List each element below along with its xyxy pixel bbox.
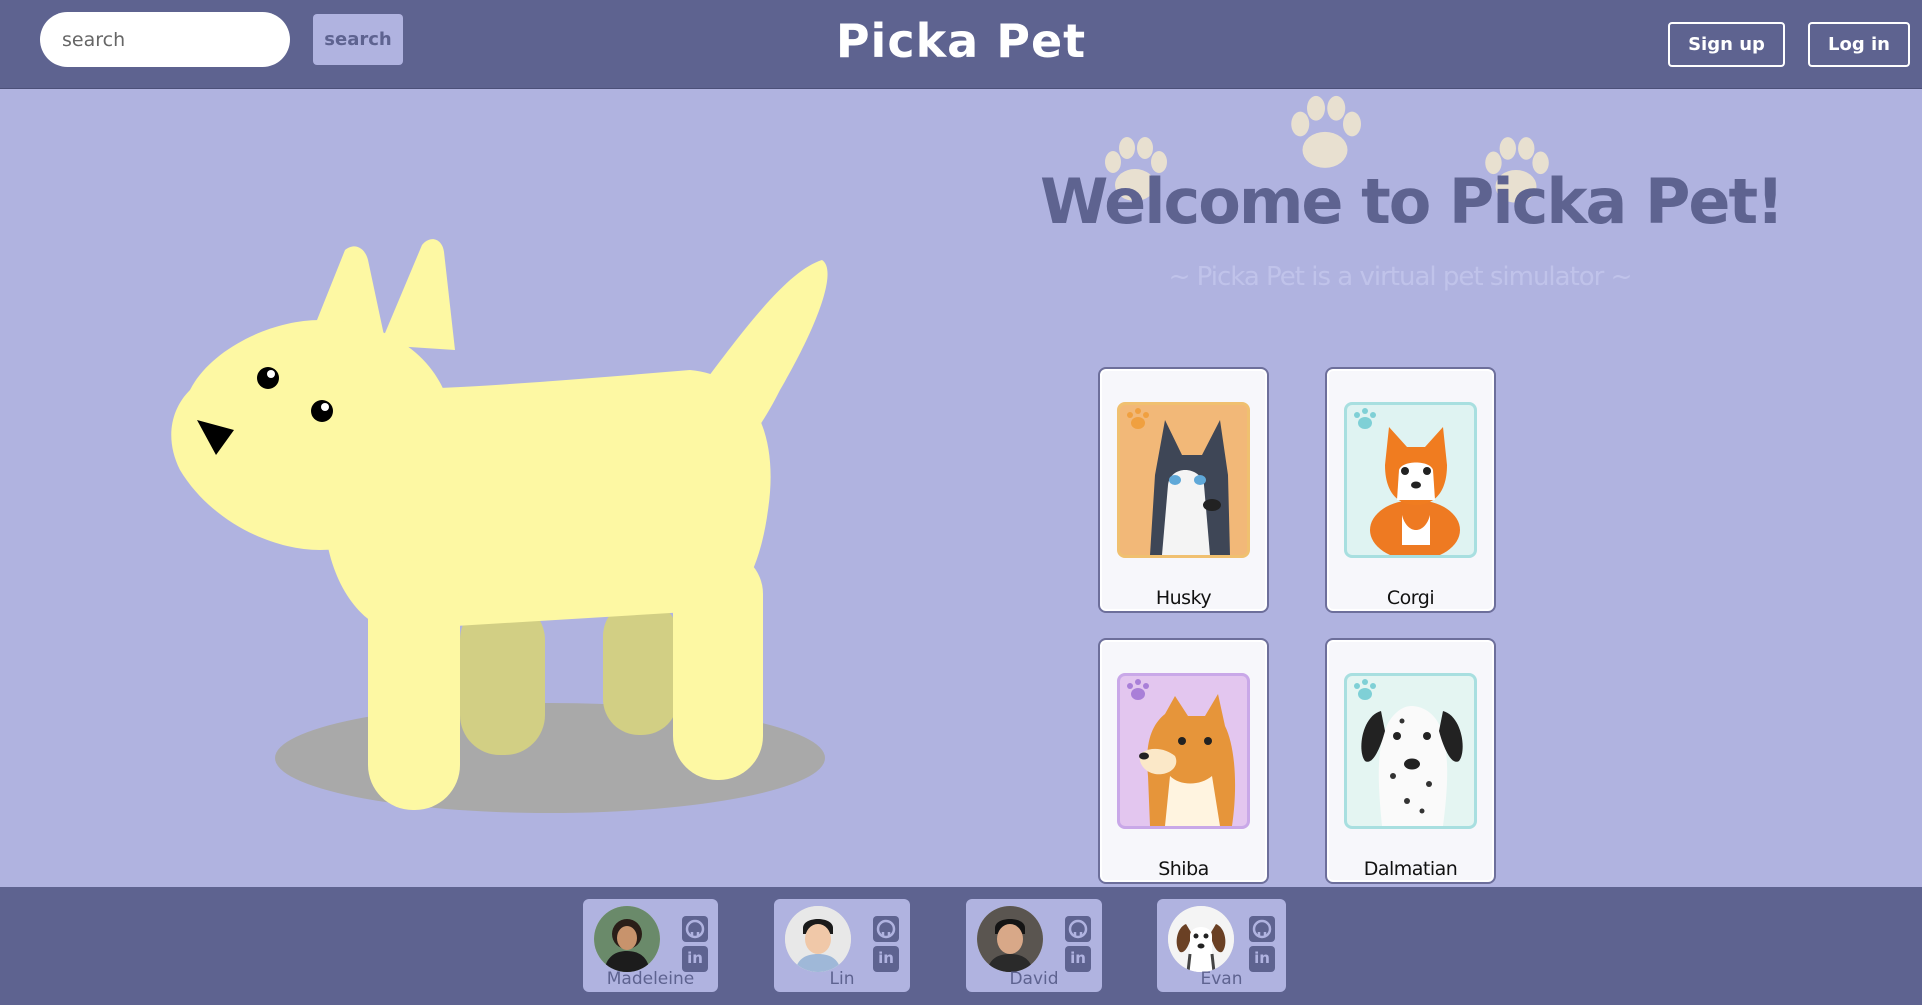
avatar	[785, 906, 851, 972]
avatar	[594, 906, 660, 972]
developer-card-madeleine: in Madeleine	[583, 899, 718, 992]
github-icon[interactable]	[1249, 916, 1275, 942]
dog-eye	[257, 367, 279, 389]
pet-name: Shiba	[1158, 858, 1209, 880]
dalmatian-portrait	[1344, 673, 1477, 829]
pet-name: Dalmatian	[1363, 858, 1458, 880]
sign-up-button[interactable]: Sign up	[1668, 22, 1785, 67]
pet-card-husky[interactable]: Husky	[1098, 367, 1269, 613]
pet-card-dalmatian[interactable]: Dalmatian	[1325, 638, 1496, 884]
dalmatian-icon	[1354, 679, 1463, 826]
avatar	[1168, 906, 1234, 972]
welcome-subtitle: ~ Picka Pet is a virtual pet simulator ~	[1168, 262, 1633, 292]
dog-ear	[380, 239, 455, 350]
husky-icon	[1127, 408, 1230, 555]
developer-card-lin: in Lin	[774, 899, 910, 992]
welcome-title: Welcome to Picka Pet!	[1040, 165, 1784, 238]
dog-front-leg	[673, 550, 763, 780]
husky-portrait	[1117, 402, 1250, 558]
search-button[interactable]: search	[313, 14, 403, 65]
top-navbar: search Picka Pet Sign up Log in	[0, 0, 1922, 89]
shiba-portrait	[1117, 673, 1250, 829]
developer-card-evan: in Evan	[1157, 899, 1286, 992]
dog-back-leg	[603, 600, 678, 735]
dog-illustration	[171, 239, 828, 813]
github-icon[interactable]	[1065, 916, 1091, 942]
log-in-button[interactable]: Log in	[1808, 22, 1910, 67]
developer-name: Lin	[829, 969, 855, 989]
developer-name: David	[1009, 969, 1059, 989]
dog-front-leg	[368, 560, 460, 810]
search-input[interactable]	[40, 12, 290, 67]
dog-eye	[311, 400, 333, 422]
pet-name: Corgi	[1386, 587, 1435, 609]
pet-card-corgi[interactable]: Corgi	[1325, 367, 1496, 613]
corgi-icon	[1354, 408, 1460, 555]
developer-name: Madeleine	[606, 969, 695, 989]
developer-card-david: in David	[966, 899, 1102, 992]
avatar	[977, 906, 1043, 972]
github-icon[interactable]	[682, 916, 708, 942]
developer-name: Evan	[1200, 969, 1243, 989]
pet-name: Husky	[1155, 587, 1212, 609]
corgi-portrait	[1344, 402, 1477, 558]
developer-footer: in Madeleine in Lin in David in Evan	[0, 887, 1922, 1005]
pet-card-shiba[interactable]: Shiba	[1098, 638, 1269, 884]
shiba-icon	[1127, 679, 1236, 826]
github-icon[interactable]	[873, 916, 899, 942]
